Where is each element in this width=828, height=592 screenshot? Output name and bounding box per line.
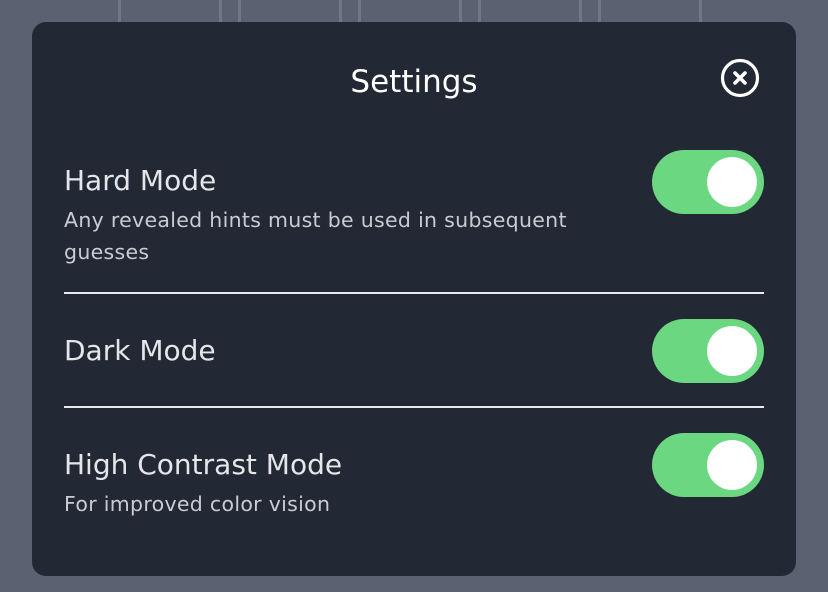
- divider: [64, 406, 764, 408]
- modal-title: Settings: [350, 64, 478, 100]
- setting-label: Dark Mode: [64, 334, 216, 367]
- setting-label: High Contrast Mode: [64, 448, 343, 481]
- setting-row-dark-mode: Dark Mode: [64, 318, 764, 398]
- setting-row-hard-mode: Hard Mode Any revealed hints must be use…: [64, 148, 764, 288]
- background-tile: [238, 0, 342, 22]
- close-circle-icon: [720, 58, 760, 98]
- background-tile: [118, 0, 222, 22]
- hard-mode-toggle[interactable]: [652, 150, 764, 214]
- toggle-knob: [707, 157, 757, 207]
- background-tile: [598, 0, 702, 22]
- setting-row-high-contrast-mode: High Contrast Mode For improved color vi…: [64, 432, 764, 542]
- high-contrast-mode-toggle[interactable]: [652, 433, 764, 497]
- toggle-knob: [707, 326, 757, 376]
- setting-label: Hard Mode: [64, 164, 217, 197]
- background-tile: [358, 0, 462, 22]
- toggle-knob: [707, 440, 757, 490]
- setting-description: For improved color vision: [64, 492, 331, 516]
- dark-mode-toggle[interactable]: [652, 319, 764, 383]
- background-tile: [478, 0, 582, 22]
- settings-modal: Settings Hard Mode Any revealed hints mu…: [32, 22, 796, 576]
- setting-description: Any revealed hints must be used in subse…: [64, 208, 567, 264]
- divider: [64, 292, 764, 294]
- close-button[interactable]: [720, 58, 760, 98]
